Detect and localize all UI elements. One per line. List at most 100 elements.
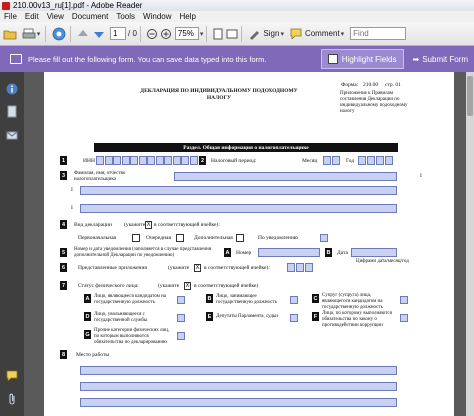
inn-cell[interactable] — [113, 156, 121, 165]
comments-panel-icon[interactable] — [5, 368, 19, 382]
zoom-out-icon[interactable] — [146, 25, 158, 43]
menu-window[interactable]: Window — [139, 12, 175, 21]
page-label: стр. 01 — [385, 82, 401, 88]
inn-cell[interactable] — [164, 156, 172, 165]
year-cell-4[interactable] — [385, 156, 393, 165]
fio-field-2[interactable] — [80, 186, 397, 195]
appendix-cell-3[interactable] — [305, 263, 313, 272]
vertical-scrollbar[interactable] — [466, 72, 474, 416]
sign-button[interactable]: Sign — [263, 29, 279, 38]
year-cell-2[interactable] — [367, 156, 375, 165]
sign-pen-icon[interactable] — [247, 25, 261, 43]
fio-marker-3: I — [420, 173, 422, 179]
type-notice-checkbox[interactable] — [320, 234, 328, 242]
paperclip-icon[interactable] — [5, 392, 19, 406]
workplace-field-3[interactable] — [80, 398, 397, 407]
row-number-2: 2 — [199, 156, 206, 165]
declaration-type-label: Вид декларации — [74, 222, 112, 228]
status-checkbox-d[interactable] — [177, 314, 185, 322]
scrollbar-thumb[interactable] — [467, 76, 473, 116]
status-letter-d: D — [84, 312, 91, 321]
highlight-fields-button[interactable]: Highlight Fields — [320, 49, 404, 69]
menu-help[interactable]: Help — [176, 12, 200, 21]
appendix-cell-2[interactable] — [296, 263, 304, 272]
row-number-6: 6 — [60, 263, 67, 272]
zoom-in-icon[interactable] — [160, 25, 172, 43]
type-regular-checkbox[interactable] — [176, 234, 184, 242]
menu-tools[interactable]: Tools — [112, 12, 139, 21]
status-checkbox-a[interactable] — [177, 296, 185, 304]
appendix-cell-1[interactable] — [287, 263, 295, 272]
fio-field-1[interactable] — [174, 172, 397, 181]
status-text-b: Лицо, занимающее государственную должнос… — [216, 294, 277, 305]
inn-cell[interactable] — [189, 156, 198, 165]
status-letter-f: F — [312, 312, 319, 321]
inn-cell[interactable] — [138, 156, 147, 165]
status-checkbox-b[interactable] — [290, 296, 298, 304]
type-regular-label: Очередная — [146, 235, 172, 241]
pages-icon[interactable] — [5, 104, 19, 118]
comment-dropdown-icon[interactable]: ▾ — [341, 30, 345, 38]
attachments-icon[interactable] — [5, 128, 19, 142]
fio-label: Фамилия, имя, отчество налогоплательщика — [74, 171, 126, 182]
menu-edit[interactable]: Edit — [21, 12, 43, 21]
year-cell-1[interactable] — [358, 156, 366, 165]
form-label: Форма: — [341, 82, 359, 88]
inn-cell[interactable] — [172, 156, 181, 165]
previous-page-icon[interactable] — [76, 25, 90, 43]
menu-view[interactable]: View — [43, 12, 68, 21]
notice-number-field[interactable] — [258, 248, 320, 257]
print-icon[interactable]: ▾ — [20, 25, 42, 43]
fio-field-3[interactable] — [80, 204, 397, 213]
collaborate-icon[interactable] — [51, 25, 67, 43]
type-initial-label: Первоначальная — [78, 235, 117, 241]
find-input[interactable] — [350, 27, 407, 40]
zoom-level-input[interactable] — [174, 27, 199, 40]
inn-cell[interactable] — [121, 156, 130, 165]
inn-label: ИНН — [83, 158, 95, 164]
status-checkbox-e[interactable] — [290, 314, 298, 322]
comment-button[interactable]: Comment — [305, 29, 340, 38]
menu-file[interactable]: File — [0, 12, 21, 21]
status-checkbox-f[interactable] — [400, 314, 408, 322]
inn-cell[interactable] — [104, 156, 113, 165]
fit-page-icon[interactable] — [212, 25, 224, 43]
inn-cell[interactable] — [181, 156, 189, 165]
comment-icon[interactable] — [289, 25, 303, 43]
notice-date-field[interactable] — [351, 248, 397, 257]
menu-document[interactable]: Document — [68, 12, 112, 21]
workplace-field-1[interactable] — [80, 366, 397, 375]
year-cell-3[interactable] — [376, 156, 384, 165]
inn-cell[interactable] — [155, 156, 164, 165]
status-text-c: Супруг (супруга) лица, являющегося канди… — [322, 293, 383, 310]
inn-cell[interactable] — [147, 156, 155, 165]
workplace-field-2[interactable] — [80, 382, 397, 391]
status-checkbox-c[interactable] — [400, 296, 408, 304]
submit-form-button[interactable]: ➡ Submit Form — [407, 49, 474, 69]
info-icon[interactable] — [5, 82, 19, 96]
type-additional-checkbox[interactable] — [236, 234, 244, 242]
window-title: 210.00v13_ru[1].pdf - Adobe Reader — [13, 1, 143, 10]
open-icon[interactable] — [2, 25, 18, 43]
sign-dropdown-icon[interactable]: ▾ — [280, 30, 284, 38]
page-number-input[interactable] — [110, 27, 126, 40]
title-bar: 210.00v13_ru[1].pdf - Adobe Reader — [0, 0, 474, 11]
month-cell-2[interactable] — [332, 156, 340, 165]
status-text-d: Лицо, увольняющееся с государственной сл… — [94, 312, 148, 323]
month-cell-1[interactable] — [323, 156, 331, 165]
appendices-label: Представленные приложения — [78, 265, 147, 271]
status-text-g: Прочие категории физических лиц, по кото… — [94, 328, 170, 345]
type-additional-label: Дополнительная — [194, 235, 233, 241]
appendices-x-box: X — [194, 264, 201, 272]
year-label: Год — [346, 158, 355, 164]
fio-marker-2: I — [71, 205, 73, 211]
next-page-icon[interactable] — [92, 25, 106, 43]
toolbar: ▾ / 0 ▾ Sign ▾ Comment ▾ — [0, 22, 474, 46]
type-initial-checkbox[interactable] — [132, 234, 140, 242]
inn-cell[interactable] — [96, 156, 104, 165]
inn-cell[interactable] — [130, 156, 138, 165]
status-checkbox-g[interactable] — [177, 332, 185, 340]
zoom-dropdown-icon[interactable]: ▾ — [200, 30, 204, 38]
document-area[interactable]: ДЕКЛАРАЦИЯ ПО ИНДИВИДУАЛЬНОМУ ПОДОХОДНОМ… — [24, 72, 474, 416]
fit-width-icon[interactable] — [226, 25, 238, 43]
